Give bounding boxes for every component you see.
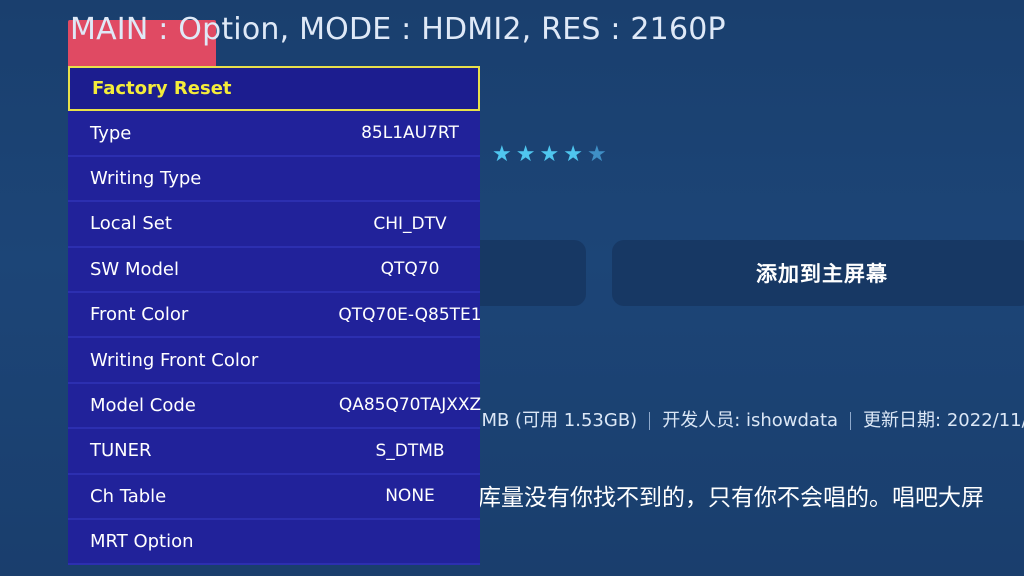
- menu-item-label: TUNER: [90, 440, 152, 462]
- app-developer: 开发人员: ishowdata: [662, 410, 839, 431]
- star-icon: ★: [492, 142, 516, 167]
- menu-item-label: Ch Table: [90, 485, 167, 507]
- menu-item-writing-front-color[interactable]: Writing Front Color: [68, 338, 480, 384]
- rating-stars: ★★★★★: [492, 142, 611, 167]
- service-menu-header: MAIN : Option, MODE : HDMI2, RES : 2160P: [70, 12, 726, 47]
- menu-item-factory-reset[interactable]: Factory Reset: [68, 66, 480, 112]
- star-icon: ★: [563, 142, 587, 167]
- menu-item-label: Local Set: [90, 213, 172, 235]
- menu-item-sw-model[interactable]: SW Model QTQ70: [68, 247, 480, 293]
- menu-item-value: 85L1AU7RT: [361, 123, 459, 144]
- menu-item-label: Type: [90, 122, 132, 144]
- menu-item-value: QTQ70: [380, 259, 440, 280]
- menu-item-label: SW Model: [90, 258, 179, 280]
- menu-item-value: S_DTMB: [375, 440, 445, 461]
- service-menu: Factory Reset Type 85L1AU7RT Writing Typ…: [68, 66, 482, 566]
- menu-item-label: MRT Option: [90, 531, 194, 553]
- add-to-home-button[interactable]: 添加到主屏幕: [612, 240, 1024, 306]
- menu-item-value: CHI_DTV: [373, 213, 447, 234]
- divider: [649, 412, 651, 430]
- menu-item-tuner[interactable]: TUNER S_DTMB: [68, 429, 480, 475]
- menu-item-type[interactable]: Type 85L1AU7RT: [68, 111, 480, 157]
- divider: [850, 412, 852, 430]
- app-info-line: 3MB (可用 1.53GB) 开发人员: ishowdata 更新日期: 2022…: [470, 406, 1024, 432]
- half-star-icon: ★: [586, 142, 611, 167]
- menu-item-label: Factory Reset: [92, 78, 232, 100]
- menu-item-label: Writing Type: [90, 167, 202, 189]
- menu-item-model-code[interactable]: Model Code QA85Q70TAJXXZ: [68, 383, 481, 430]
- app-size: 3MB (可用 1.53GB): [470, 410, 638, 431]
- menu-item-local-set[interactable]: Local Set CHI_DTV: [68, 202, 480, 248]
- menu-item-value: QA85Q70TAJXXZ: [338, 395, 482, 416]
- menu-item-writing-type[interactable]: Writing Type: [68, 156, 480, 203]
- menu-item-label: Model Code: [90, 394, 196, 416]
- app-update-date: 更新日期: 2022/11/: [863, 410, 1024, 431]
- star-icon: ★: [539, 142, 564, 167]
- menu-item-label: Writing Front Color: [90, 349, 259, 371]
- star-icon: ★: [515, 142, 540, 167]
- menu-item-label: Front Color: [90, 304, 189, 326]
- app-description: 库量没有你找不到的，只有你不会唱的。唱吧大屏: [478, 485, 984, 511]
- menu-item-value: QTQ70E-Q85TE1: [338, 304, 482, 325]
- menu-item-ch-table[interactable]: Ch Table NONE: [68, 474, 480, 520]
- menu-item-mrt-option[interactable]: MRT Option: [68, 519, 480, 566]
- menu-item-value: NONE: [385, 486, 435, 507]
- menu-item-front-color[interactable]: Front Color QTQ70E-Q85TE1: [68, 292, 482, 339]
